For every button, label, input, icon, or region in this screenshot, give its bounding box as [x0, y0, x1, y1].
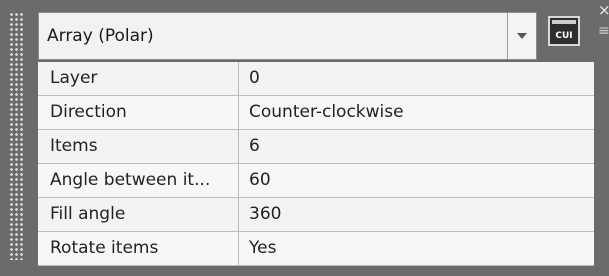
object-type-value: Array (Polar): [47, 26, 154, 46]
property-row-direction[interactable]: Direction Counter-clockwise: [38, 96, 594, 130]
column-divider: [238, 62, 239, 95]
property-label: Layer: [50, 68, 98, 88]
property-value[interactable]: 60: [249, 164, 584, 197]
chevron-down-icon: [517, 33, 527, 39]
property-row-layer[interactable]: Layer 0: [38, 62, 594, 96]
property-value[interactable]: Yes: [249, 232, 584, 265]
property-value[interactable]: 6: [249, 130, 584, 163]
dropdown-arrow-button[interactable]: [507, 13, 536, 59]
property-label: Items: [50, 136, 98, 156]
column-divider: [238, 96, 239, 129]
cui-titlebar: [552, 20, 576, 24]
cui-monitor-icon: CUI: [548, 16, 580, 46]
property-row-fill-angle[interactable]: Fill angle 360: [38, 198, 594, 232]
menu-icon[interactable]: ≡: [598, 22, 609, 40]
property-label: Rotate items: [50, 238, 159, 258]
properties-grid: Layer 0 Direction Counter-clockwise Item…: [38, 62, 594, 266]
column-divider: [238, 198, 239, 231]
property-row-rotate-items[interactable]: Rotate items Yes: [38, 232, 594, 266]
column-divider: [238, 232, 239, 265]
cui-button[interactable]: CUI: [548, 16, 580, 46]
close-icon[interactable]: ×: [598, 2, 609, 18]
object-type-dropdown[interactable]: Array (Polar): [38, 12, 537, 60]
properties-palette: × ≡ Array (Polar) CUI Layer 0 Direction …: [0, 0, 609, 276]
property-label: Angle between it...: [50, 170, 211, 190]
column-divider: [238, 164, 239, 197]
cui-label: CUI: [555, 31, 573, 41]
property-row-angle-between-items[interactable]: Angle between it... 60: [38, 164, 594, 198]
column-divider: [238, 130, 239, 163]
property-value[interactable]: 360: [249, 198, 584, 231]
property-label: Direction: [50, 102, 127, 122]
property-label: Fill angle: [50, 204, 126, 224]
property-row-items[interactable]: Items 6: [38, 130, 594, 164]
property-value[interactable]: Counter-clockwise: [249, 96, 584, 129]
grip-dots-icon[interactable]: [9, 12, 25, 260]
property-value[interactable]: 0: [249, 62, 584, 95]
